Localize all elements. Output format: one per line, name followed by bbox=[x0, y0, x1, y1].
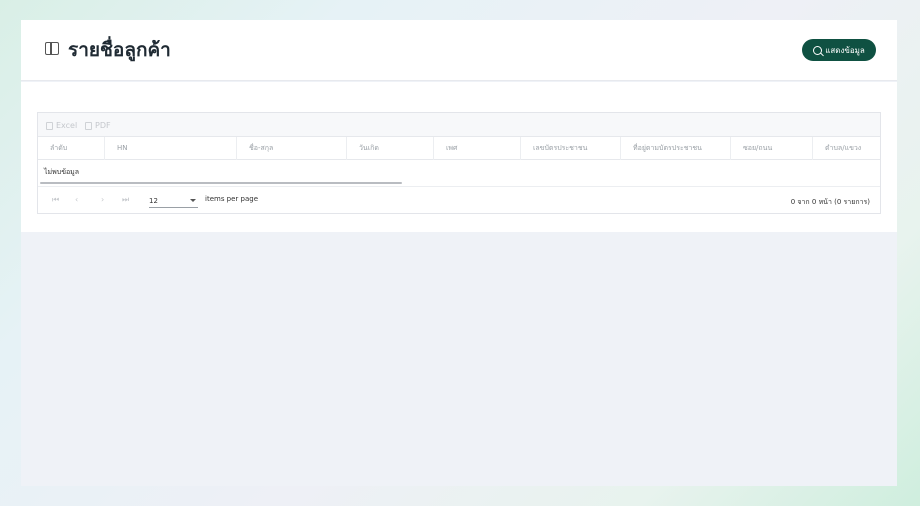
prev-page-icon[interactable]: ‹ bbox=[75, 195, 78, 204]
first-page-icon[interactable]: ⏮ bbox=[52, 195, 59, 205]
next-page-icon[interactable]: › bbox=[101, 195, 104, 204]
export-pdf-button[interactable]: PDF bbox=[85, 121, 111, 130]
page-title: รายชื่อลูกค้า bbox=[68, 39, 171, 61]
customer-grid: Excel PDF ลำดับ HN ชื่อ-สกุล วันเกิด เพศ… bbox=[37, 112, 881, 214]
column-header-road[interactable]: ซอย/ถนน bbox=[731, 137, 813, 160]
excel-file-icon bbox=[46, 121, 53, 130]
column-header-order[interactable]: ลำดับ bbox=[38, 137, 105, 160]
items-per-page-label: items per page bbox=[205, 195, 259, 203]
pager-info: 0 จาก 0 หน้า (0 รายการ) bbox=[790, 198, 870, 206]
export-excel-button[interactable]: Excel bbox=[46, 121, 77, 130]
empty-message: ไม่พบข้อมูล bbox=[44, 168, 80, 176]
chevron-down-icon bbox=[190, 199, 196, 202]
column-header-subdistrict[interactable]: ตำบล/แขวง bbox=[813, 137, 880, 160]
page-size-select[interactable]: 12 bbox=[149, 194, 198, 208]
column-header-address[interactable]: ที่อยู่ตามบัตรประชาชน bbox=[621, 137, 731, 160]
column-header-birthdate[interactable]: วันเกิด bbox=[347, 137, 434, 160]
sidebar-toggle-icon[interactable] bbox=[45, 42, 59, 55]
show-data-button[interactable]: แสดงข้อมูล bbox=[802, 39, 876, 61]
page-header: รายชื่อลูกค้า แสดงข้อมูล bbox=[21, 20, 897, 81]
export-excel-label: Excel bbox=[56, 121, 78, 130]
table-header: ลำดับ HN ชื่อ-สกุล วันเกิด เพศ เลขบัตรปร… bbox=[38, 137, 880, 160]
grid-toolbar: Excel PDF bbox=[38, 113, 880, 137]
column-header-name[interactable]: ชื่อ-สกุล bbox=[237, 137, 347, 160]
last-page-icon[interactable]: ⏭ bbox=[122, 195, 129, 205]
content-panel: Excel PDF ลำดับ HN ชื่อ-สกุล วันเกิด เพศ… bbox=[21, 82, 897, 232]
page-size-value: 12 bbox=[149, 197, 158, 205]
show-data-button-label: แสดงข้อมูล bbox=[825, 45, 865, 55]
app-window: รายชื่อลูกค้า แสดงข้อมูล Excel PDF ลำดับ… bbox=[21, 20, 897, 486]
column-header-hn[interactable]: HN bbox=[105, 137, 237, 160]
pager: ⏮ ‹ › ⏭ 12 items per page 0 จาก 0 หน้า (… bbox=[38, 186, 880, 213]
export-pdf-label: PDF bbox=[95, 121, 111, 130]
pdf-file-icon bbox=[85, 121, 92, 130]
search-icon bbox=[813, 45, 823, 55]
column-header-gender[interactable]: เพศ bbox=[434, 137, 521, 160]
column-header-id-card[interactable]: เลขบัตรประชาชน bbox=[521, 137, 621, 160]
horizontal-scrollbar[interactable] bbox=[40, 182, 402, 184]
